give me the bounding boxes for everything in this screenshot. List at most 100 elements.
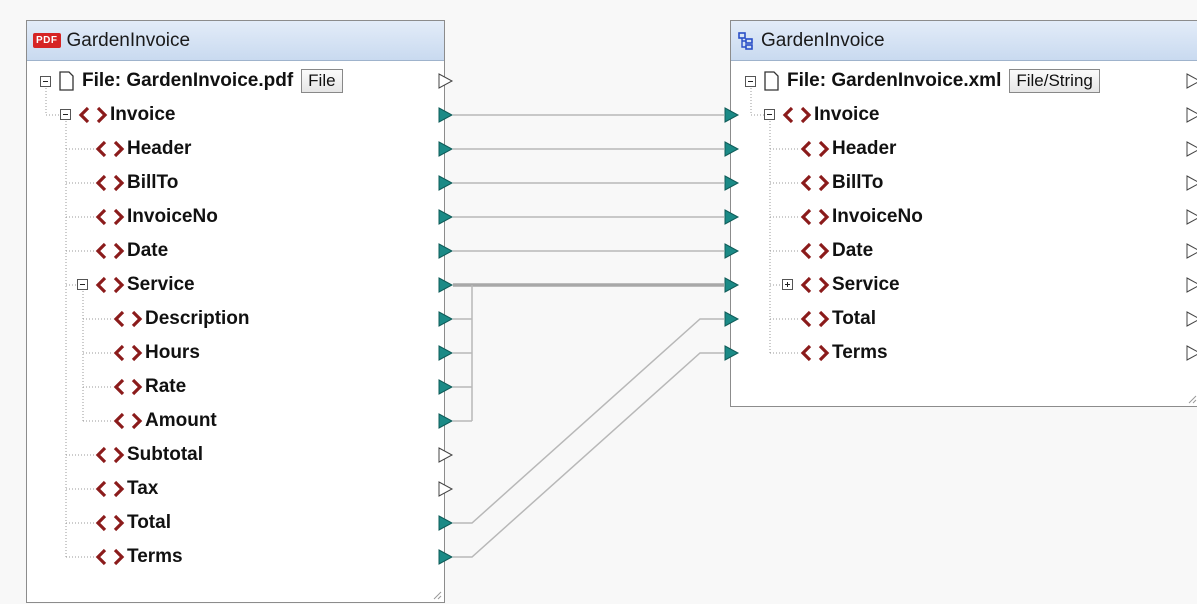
element-icon	[78, 106, 108, 124]
source-connector-terms[interactable]	[438, 549, 454, 565]
source-connector-invoiceno[interactable]	[438, 209, 454, 225]
element-icon	[95, 446, 125, 464]
target-input-connector-invoiceno[interactable]	[724, 209, 740, 225]
source-item-total[interactable]: Total	[95, 506, 171, 540]
target-input-connector-total[interactable]	[724, 311, 740, 327]
element-icon	[95, 514, 125, 532]
source-connector-date[interactable]	[438, 243, 454, 259]
expand-icon[interactable]	[782, 279, 793, 290]
source-item-description[interactable]: Description	[113, 302, 250, 336]
source-item-service[interactable]: Service	[95, 268, 195, 302]
source-connector-hours[interactable]	[438, 345, 454, 361]
target-input-connector-terms[interactable]	[724, 345, 740, 361]
target-item-total[interactable]: Total	[800, 302, 876, 336]
item-label: BillTo	[127, 172, 179, 193]
source-connector-rate[interactable]	[438, 379, 454, 395]
element-icon	[800, 276, 830, 294]
source-connector-billto[interactable]	[438, 175, 454, 191]
source-item-invoice[interactable]: Invoice	[78, 98, 175, 132]
target-input-connector-service[interactable]	[724, 277, 740, 293]
target-input-connector-invoice[interactable]	[724, 107, 740, 123]
item-label: Header	[127, 138, 192, 159]
source-item-tax[interactable]: Tax	[95, 472, 158, 506]
source-item-amount[interactable]: Amount	[113, 404, 217, 438]
target-output-connector-terms[interactable]	[1186, 345, 1197, 361]
item-label: Tax	[127, 478, 159, 499]
collapse-icon[interactable]	[40, 75, 51, 87]
target-input-connector-date[interactable]	[724, 243, 740, 259]
target-item-terms[interactable]: Terms	[800, 336, 888, 370]
collapse-icon[interactable]	[745, 75, 756, 87]
target-output-connector-header[interactable]	[1186, 141, 1197, 157]
target-input-connector-header[interactable]	[724, 141, 740, 157]
collapse-icon[interactable]	[764, 109, 775, 120]
target-output-connector-service[interactable]	[1186, 277, 1197, 293]
element-icon	[95, 174, 125, 192]
item-label: Terms	[127, 546, 183, 567]
source-item-terms[interactable]: Terms	[95, 540, 183, 574]
source-file-button[interactable]: File	[301, 69, 343, 93]
collapse-icon[interactable]	[77, 279, 88, 290]
element-icon	[95, 480, 125, 498]
element-icon	[95, 208, 125, 226]
target-file-button[interactable]: File/String	[1009, 69, 1100, 93]
target-item-invoice[interactable]: Invoice	[782, 98, 879, 132]
target-file-output-connector[interactable]	[1186, 73, 1197, 89]
target-item-header[interactable]: Header	[800, 132, 896, 166]
target-item-date[interactable]: Date	[800, 234, 873, 268]
source-item-hours[interactable]: Hours	[113, 336, 200, 370]
target-output-connector-date[interactable]	[1186, 243, 1197, 259]
item-label: InvoiceNo	[832, 206, 923, 227]
target-file-row[interactable]: File: GardenInvoice.xml File/String	[745, 64, 1100, 98]
source-connector-service[interactable]	[438, 277, 454, 293]
target-item-billto[interactable]: BillTo	[800, 166, 883, 200]
element-icon	[95, 140, 125, 158]
source-item-rate[interactable]: Rate	[113, 370, 186, 404]
source-file-label: File: GardenInvoice.pdf	[82, 70, 294, 91]
source-item-header[interactable]: Header	[95, 132, 191, 166]
item-label: Amount	[145, 410, 217, 431]
element-icon	[113, 412, 143, 430]
source-connector-subtotal[interactable]	[438, 447, 454, 463]
element-icon	[800, 140, 830, 158]
element-icon	[113, 378, 143, 396]
item-label: Terms	[832, 342, 888, 363]
source-item-invoiceno[interactable]: InvoiceNo	[95, 200, 218, 234]
source-connector-total[interactable]	[438, 515, 454, 531]
item-label: Header	[832, 138, 897, 159]
source-connector-invoice[interactable]	[438, 107, 454, 123]
target-input-connector-billto[interactable]	[724, 175, 740, 191]
target-item-invoiceno[interactable]: InvoiceNo	[800, 200, 923, 234]
source-file-connector[interactable]	[438, 73, 454, 89]
element-icon	[95, 276, 125, 294]
source-connector-description[interactable]	[438, 311, 454, 327]
item-label: Invoice	[110, 104, 176, 125]
target-output-connector-invoiceno[interactable]	[1186, 209, 1197, 225]
element-icon	[782, 106, 812, 124]
target-output-connector-total[interactable]	[1186, 311, 1197, 327]
source-connector-amount[interactable]	[438, 413, 454, 429]
source-connector-header[interactable]	[438, 141, 454, 157]
element-icon	[800, 174, 830, 192]
element-icon	[800, 310, 830, 328]
target-output-connector-invoice[interactable]	[1186, 107, 1197, 123]
target-item-service[interactable]: Service	[800, 268, 900, 302]
item-label: Total	[127, 512, 171, 533]
source-item-billto[interactable]: BillTo	[95, 166, 178, 200]
item-label: Hours	[145, 342, 200, 363]
item-label: Invoice	[814, 104, 880, 125]
source-connector-tax[interactable]	[438, 481, 454, 497]
element-icon	[95, 242, 125, 260]
target-output-connector-billto[interactable]	[1186, 175, 1197, 191]
item-label: Date	[127, 240, 169, 261]
file-icon	[764, 71, 779, 91]
item-label: Description	[145, 308, 250, 329]
source-item-subtotal[interactable]: Subtotal	[95, 438, 203, 472]
target-file-label: File: GardenInvoice.xml	[787, 70, 1002, 91]
source-file-row[interactable]: File: GardenInvoice.pdf File	[40, 64, 343, 98]
collapse-icon[interactable]	[60, 109, 71, 120]
element-icon	[113, 310, 143, 328]
item-label: Service	[832, 274, 900, 295]
item-label: Total	[832, 308, 876, 329]
source-item-date[interactable]: Date	[95, 234, 168, 268]
